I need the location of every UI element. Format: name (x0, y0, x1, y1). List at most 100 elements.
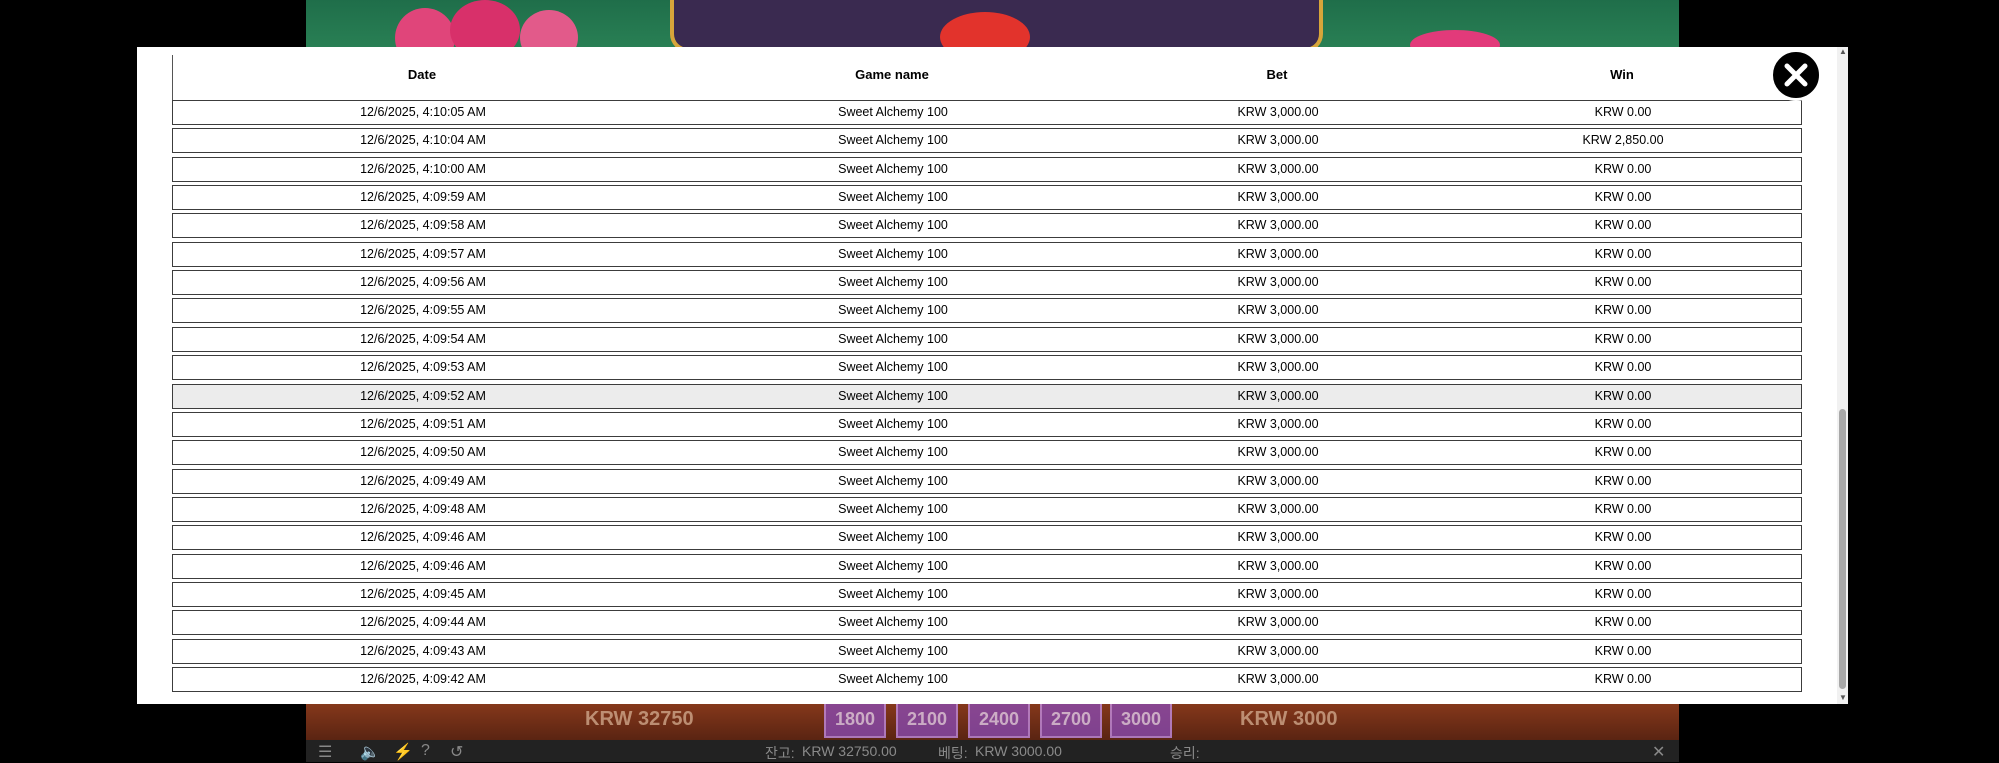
row-bet: KRW 3,000.00 (1237, 218, 1319, 232)
row-game-name: Sweet Alchemy 100 (838, 332, 948, 346)
row-bet: KRW 3,000.00 (1237, 162, 1319, 176)
table-row[interactable]: 12/6/2025, 4:09:43 AM Sweet Alchemy 100 KR… (172, 639, 1802, 664)
row-win: KRW 0.00 (1594, 672, 1652, 686)
table-row[interactable]: 12/6/2025, 4:09:42 AM Sweet Alchemy 100 KR… (172, 667, 1802, 692)
scroll-up-arrow-icon[interactable]: ▲ (1839, 47, 1847, 56)
row-game-name: Sweet Alchemy 100 (838, 303, 948, 317)
table-row[interactable]: 12/6/2025, 4:09:52 AM Sweet Alchemy 100 KR… (172, 384, 1802, 409)
lightning-icon[interactable]: ⚡ (393, 742, 413, 762)
bet-chip[interactable]: 2400 (968, 700, 1030, 738)
row-win: KRW 0.00 (1594, 445, 1652, 459)
row-game-name: Sweet Alchemy 100 (838, 275, 948, 289)
row-game-name: Sweet Alchemy 100 (838, 360, 948, 374)
row-win: KRW 0.00 (1594, 587, 1652, 601)
row-bet: KRW 3,000.00 (1237, 105, 1319, 119)
row-win: KRW 0.00 (1594, 615, 1652, 629)
scroll-down-arrow-icon[interactable]: ▼ (1839, 693, 1847, 702)
row-bet: KRW 3,000.00 (1237, 615, 1319, 629)
scrollbar[interactable]: ▲ ▼ (1837, 47, 1848, 704)
row-win: KRW 0.00 (1594, 247, 1652, 261)
table-row[interactable]: 12/6/2025, 4:09:45 AM Sweet Alchemy 100 KR… (172, 582, 1802, 607)
game-bet-amount: KRW 3000 (1240, 708, 1338, 730)
row-date: 12/6/2025, 4:10:04 AM (360, 133, 486, 147)
row-date: 12/6/2025, 4:10:05 AM (360, 105, 486, 119)
hamburger-menu-icon[interactable]: ☰ (318, 742, 332, 762)
row-bet: KRW 3,000.00 (1237, 303, 1319, 317)
row-game-name: Sweet Alchemy 100 (838, 105, 948, 119)
history-icon[interactable]: ↺ (450, 742, 463, 762)
bet-chip[interactable]: 2700 (1040, 700, 1102, 738)
table-row[interactable]: 12/6/2025, 4:09:49 AM Sweet Alchemy 100 KR… (172, 469, 1802, 494)
row-bet: KRW 3,000.00 (1237, 275, 1319, 289)
balance-label: 잔고: (765, 745, 795, 761)
table-row[interactable]: 12/6/2025, 4:09:48 AM Sweet Alchemy 100 KR… (172, 497, 1802, 522)
row-bet: KRW 3,000.00 (1237, 445, 1319, 459)
table-row-partial (172, 55, 1800, 103)
row-win: KRW 0.00 (1594, 303, 1652, 317)
row-date: 12/6/2025, 4:09:43 AM (360, 644, 486, 658)
row-game-name: Sweet Alchemy 100 (838, 162, 948, 176)
game-balance-amount: KRW 32750 (585, 708, 694, 730)
row-game-name: Sweet Alchemy 100 (838, 559, 948, 573)
row-game-name: Sweet Alchemy 100 (838, 417, 948, 431)
row-win: KRW 0.00 (1594, 502, 1652, 516)
speaker-icon[interactable]: 🔈 (360, 742, 380, 762)
row-win: KRW 0.00 (1594, 162, 1652, 176)
row-bet: KRW 3,000.00 (1237, 417, 1319, 431)
table-row[interactable]: 12/6/2025, 4:09:59 AM Sweet Alchemy 100 KR… (172, 185, 1802, 210)
bet-chip[interactable]: 3000 (1110, 700, 1172, 738)
row-date: 12/6/2025, 4:09:46 AM (360, 530, 486, 544)
balance-value: KRW 32750.00 (802, 743, 897, 759)
table-row[interactable]: 12/6/2025, 4:09:53 AM Sweet Alchemy 100 KR… (172, 355, 1802, 380)
table-row[interactable]: 12/6/2025, 4:09:55 AM Sweet Alchemy 100 KR… (172, 298, 1802, 323)
question-icon[interactable]: ? (421, 742, 430, 760)
table-row[interactable]: 12/6/2025, 4:09:44 AM Sweet Alchemy 100 KR… (172, 610, 1802, 635)
row-date: 12/6/2025, 4:09:54 AM (360, 332, 486, 346)
row-bet: KRW 3,000.00 (1237, 502, 1319, 516)
row-game-name: Sweet Alchemy 100 (838, 190, 948, 204)
row-date: 12/6/2025, 4:10:00 AM (360, 162, 486, 176)
table-row[interactable]: 12/6/2025, 4:09:54 AM Sweet Alchemy 100 KR… (172, 327, 1802, 352)
row-win: KRW 0.00 (1594, 218, 1652, 232)
row-win: KRW 0.00 (1594, 644, 1652, 658)
row-bet: KRW 3,000.00 (1237, 474, 1319, 488)
close-icon[interactable]: ✕ (1652, 742, 1665, 762)
table-row[interactable]: 12/6/2025, 4:09:58 AM Sweet Alchemy 100 KR… (172, 213, 1802, 238)
row-date: 12/6/2025, 4:09:59 AM (360, 190, 486, 204)
row-win: KRW 0.00 (1594, 389, 1652, 403)
table-row[interactable]: 12/6/2025, 4:10:05 AM Sweet Alchemy 100 KR… (172, 100, 1802, 125)
row-bet: KRW 3,000.00 (1237, 190, 1319, 204)
history-table-body[interactable]: 12/6/2025, 4:10:05 AM Sweet Alchemy 100 KR… (172, 55, 1802, 704)
row-date: 12/6/2025, 4:09:51 AM (360, 417, 486, 431)
table-row[interactable]: 12/6/2025, 4:09:51 AM Sweet Alchemy 100 KR… (172, 412, 1802, 437)
row-date: 12/6/2025, 4:09:52 AM (360, 389, 486, 403)
table-row[interactable]: 12/6/2025, 4:10:00 AM Sweet Alchemy 100 KR… (172, 157, 1802, 182)
row-game-name: Sweet Alchemy 100 (838, 615, 948, 629)
bet-chip[interactable]: 2100 (896, 700, 958, 738)
row-game-name: Sweet Alchemy 100 (838, 389, 948, 403)
row-win: KRW 0.00 (1594, 417, 1652, 431)
row-game-name: Sweet Alchemy 100 (838, 218, 948, 232)
bet-label: 베팅: (938, 745, 968, 761)
row-game-name: Sweet Alchemy 100 (838, 502, 948, 516)
row-date: 12/6/2025, 4:09:44 AM (360, 615, 486, 629)
row-win: KRW 0.00 (1594, 530, 1652, 544)
scrollbar-thumb[interactable] (1839, 409, 1846, 689)
row-win: KRW 0.00 (1594, 474, 1652, 488)
row-game-name: Sweet Alchemy 100 (838, 133, 948, 147)
row-win: KRW 0.00 (1594, 190, 1652, 204)
row-bet: KRW 3,000.00 (1237, 530, 1319, 544)
row-win: KRW 0.00 (1594, 332, 1652, 346)
row-game-name: Sweet Alchemy 100 (838, 672, 948, 686)
row-win: KRW 0.00 (1594, 360, 1652, 374)
table-row[interactable]: 12/6/2025, 4:09:56 AM Sweet Alchemy 100 KR… (172, 270, 1802, 295)
row-date: 12/6/2025, 4:09:58 AM (360, 218, 486, 232)
table-row[interactable]: 12/6/2025, 4:09:46 AM Sweet Alchemy 100 KR… (172, 554, 1802, 579)
row-date: 12/6/2025, 4:09:53 AM (360, 360, 486, 374)
bet-chip[interactable]: 1800 (824, 700, 886, 738)
table-row[interactable]: 12/6/2025, 4:09:50 AM Sweet Alchemy 100 KR… (172, 440, 1802, 465)
table-row[interactable]: 12/6/2025, 4:10:04 AM Sweet Alchemy 100 KR… (172, 128, 1802, 153)
table-row[interactable]: 12/6/2025, 4:09:46 AM Sweet Alchemy 100 KR… (172, 525, 1802, 550)
close-button[interactable] (1770, 49, 1822, 101)
table-row[interactable]: 12/6/2025, 4:09:57 AM Sweet Alchemy 100 KR… (172, 242, 1802, 267)
